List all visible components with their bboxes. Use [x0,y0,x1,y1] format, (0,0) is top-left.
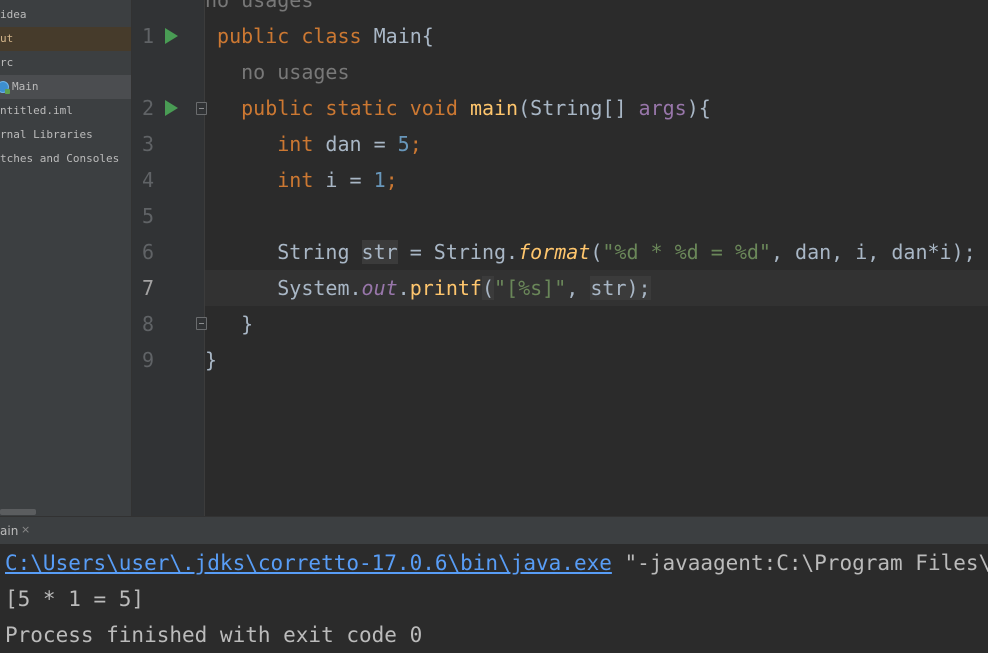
run-class-icon[interactable] [165,28,178,44]
code-line-1[interactable]: public class Main{ [205,18,988,54]
java-class-icon [0,81,10,94]
editor-gutter: 1 2 3 4 5 6 7 8 9 [132,0,207,516]
run-console[interactable]: C:\Users\user\.jdks\corretto-17.0.6\bin\… [0,544,988,653]
console-exit-line: Process finished with exit code 0 [5,623,423,647]
code-line-3[interactable]: int dan = 5; [205,126,988,162]
line-number: 3 [141,132,154,156]
inlay-hint: no usages [205,0,314,12]
tree-item-external-libraries[interactable]: rnal Libraries [0,123,131,147]
code-line-4[interactable]: int i = 1; [205,162,988,198]
tree-item-src[interactable]: rc [0,51,131,75]
tree-item-idea[interactable]: idea [0,3,131,27]
tree-item-iml[interactable]: ntitled.iml [0,99,131,123]
console-output-line: [5 * 1 = 5] [5,587,145,611]
line-number: 5 [141,204,154,228]
run-main-icon[interactable] [165,100,178,116]
code-editor[interactable]: no usages public class Main{ no usages p… [205,0,988,516]
run-tab-bar: ain × [0,516,988,545]
run-tab-main[interactable]: ain [0,524,18,538]
tree-item-scratches[interactable]: tches and Consoles [0,147,131,171]
console-command-line: C:\Users\user\.jdks\corretto-17.0.6\bin\… [5,551,988,575]
tree-horizontal-scrollbar[interactable] [0,509,36,515]
inlay-hint: no usages [241,60,350,84]
line-number: 8 [141,312,154,336]
line-number: 4 [141,168,154,192]
code-line-7[interactable]: System.out.printf("[%s]", str); [205,270,988,306]
code-line-2[interactable]: public static void main(String[] args){ [205,90,988,126]
tree-item-out[interactable]: ut [0,27,131,51]
line-number-current: 7 [141,276,154,300]
code-line-6[interactable]: String str = String.format("%d * %d = %d… [205,234,988,270]
tree-item-main[interactable]: Main [0,75,131,99]
project-tree: idea ut rc Main ntitled.iml rnal Librari… [0,0,132,516]
line-number: 9 [141,348,154,372]
close-icon[interactable]: × [21,523,30,536]
code-line-8[interactable]: } [205,306,988,342]
code-line-9[interactable]: } [205,342,988,378]
line-number: 2 [141,96,154,120]
line-number: 1 [141,24,154,48]
line-number: 6 [141,240,154,264]
java-exe-link[interactable]: C:\Users\user\.jdks\corretto-17.0.6\bin\… [5,551,612,575]
